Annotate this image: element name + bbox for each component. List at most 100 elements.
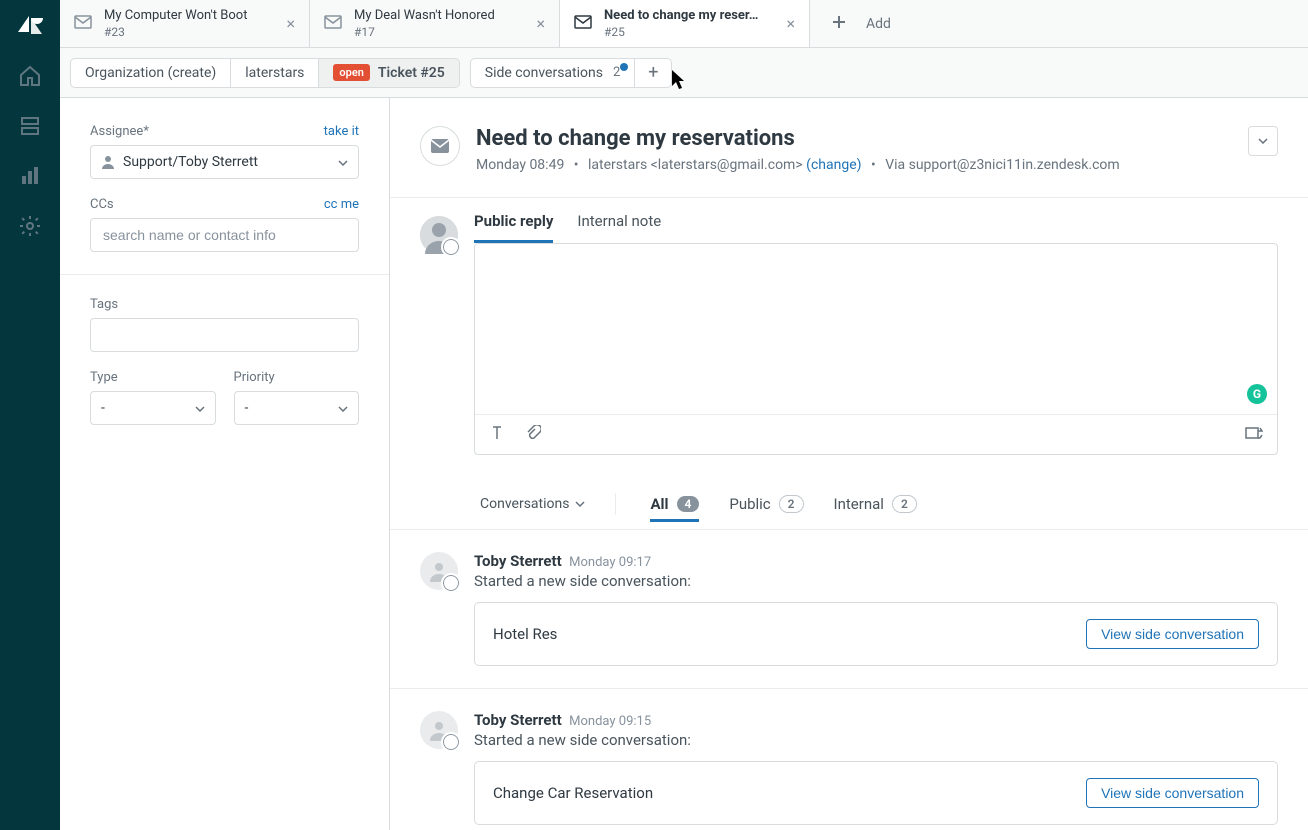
context-tabs: Organization (create) laterstars open Ti…: [60, 48, 1308, 98]
unread-dot-icon: [620, 63, 628, 71]
user-avatar: [420, 552, 458, 590]
workspace-tabs: My Computer Won't Boot #23 × My Deal Was…: [60, 0, 1308, 48]
ticket-options-button[interactable]: [1248, 126, 1278, 156]
assignee-select[interactable]: Support/Toby Sterrett: [90, 145, 359, 179]
home-icon[interactable]: [18, 64, 42, 88]
views-icon[interactable]: [18, 114, 42, 138]
ticket-header: Need to change my reservations Monday 08…: [390, 98, 1308, 197]
tab-ticket-25[interactable]: Need to change my reser… #25 ×: [560, 0, 810, 47]
ticket-fields-sidebar: Assignee* take it Support/Toby Sterrett …: [60, 98, 390, 830]
priority-value: -: [245, 400, 249, 416]
mail-icon: [324, 15, 342, 33]
assignee-label: Assignee*: [90, 124, 149, 139]
subtab-organization[interactable]: Organization (create): [71, 59, 231, 87]
conversation-filter-bar: Conversations All 4 Public 2 Internal 2: [390, 475, 1308, 530]
filter-all-count: 4: [677, 496, 700, 512]
side-conversation-card: Change Car Reservation View side convers…: [474, 761, 1278, 825]
conversations-dropdown[interactable]: Conversations: [480, 496, 585, 512]
format-text-icon[interactable]: [489, 425, 505, 445]
take-it-link[interactable]: take it: [324, 124, 359, 139]
left-nav-rail: [0, 0, 60, 830]
user-icon: [101, 155, 115, 169]
subtab-side-label: Side conversations: [485, 65, 603, 81]
ticket-meta: Monday 08:49 • laterstars <laterstars@gm…: [476, 157, 1120, 173]
agent-avatar: [420, 216, 458, 254]
priority-select[interactable]: -: [234, 391, 360, 425]
grammarly-icon[interactable]: G: [1247, 384, 1267, 404]
filter-internal-count: 2: [892, 495, 917, 513]
tab-public-reply[interactable]: Public reply: [474, 212, 553, 243]
close-icon[interactable]: ×: [536, 16, 545, 32]
tab-title: My Computer Won't Boot: [104, 8, 274, 24]
message-text: Started a new side conversation:: [474, 731, 1278, 749]
priority-label: Priority: [234, 370, 360, 385]
tab-title: My Deal Wasn't Honored: [354, 8, 524, 24]
reply-editor-row: Public reply Internal note G: [390, 197, 1308, 475]
tab-add[interactable]: Add: [810, 0, 913, 47]
user-avatar: [420, 711, 458, 749]
close-icon[interactable]: ×: [786, 16, 795, 32]
tags-label: Tags: [90, 297, 359, 312]
tab-sub: #17: [354, 25, 524, 39]
ccs-input-wrapper: [90, 218, 359, 252]
chevron-down-icon: [338, 154, 348, 170]
view-side-conversation-button[interactable]: View side conversation: [1086, 619, 1259, 649]
plus-icon: [832, 15, 846, 33]
cc-me-link[interactable]: cc me: [324, 197, 359, 212]
mail-icon: [574, 15, 592, 33]
conversation-item: Toby Sterrett Monday 09:15 Started a new…: [390, 689, 1308, 830]
attachment-icon[interactable]: [525, 425, 541, 445]
tab-add-label: Add: [866, 16, 891, 32]
message-text: Started a new side conversation:: [474, 572, 1278, 590]
status-badge-open: open: [333, 64, 369, 81]
macro-icon[interactable]: [1245, 425, 1263, 445]
tags-input[interactable]: [101, 326, 348, 344]
close-icon[interactable]: ×: [286, 16, 295, 32]
type-value: -: [101, 400, 105, 416]
tab-title: Need to change my reser…: [604, 8, 774, 24]
filter-all[interactable]: All 4: [650, 489, 699, 519]
side-conversation-title: Hotel Res: [493, 625, 557, 643]
ccs-input[interactable]: [101, 226, 348, 244]
channel-mail-icon: [420, 126, 460, 166]
subtab-customer[interactable]: laterstars: [231, 59, 319, 87]
side-conversation-card: Hotel Res View side conversation: [474, 602, 1278, 666]
ticket-via: Via support@z3nici11in.zendesk.com: [885, 157, 1119, 173]
ticket-subject: Need to change my reservations: [476, 126, 1120, 151]
zendesk-logo[interactable]: [17, 12, 43, 38]
mail-icon: [74, 15, 92, 33]
ticket-main: Need to change my reservations Monday 08…: [390, 98, 1308, 830]
ticket-date: Monday 08:49: [476, 157, 564, 173]
ccs-label: CCs: [90, 197, 114, 212]
chevron-down-icon: [575, 501, 585, 507]
subtab-side-conversations[interactable]: Side conversations 2: [471, 59, 636, 87]
filter-public-count: 2: [779, 495, 804, 513]
reports-icon[interactable]: [18, 164, 42, 188]
chevron-down-icon: [195, 400, 205, 416]
filter-internal[interactable]: Internal 2: [834, 489, 917, 519]
message-author: Toby Sterrett: [474, 711, 562, 729]
type-select[interactable]: -: [90, 391, 216, 425]
message-time: Monday 09:15: [569, 714, 651, 729]
type-label: Type: [90, 370, 216, 385]
tab-sub: #25: [604, 25, 774, 39]
admin-gear-icon[interactable]: [18, 214, 42, 238]
subtab-ticket-label: Ticket #25: [378, 65, 445, 81]
subtab-ticket[interactable]: open Ticket #25: [319, 59, 458, 87]
tab-ticket-17[interactable]: My Deal Wasn't Honored #17 ×: [310, 0, 560, 47]
tab-internal-note[interactable]: Internal note: [577, 212, 661, 243]
reply-textarea[interactable]: [475, 244, 1277, 414]
add-side-conversation-button[interactable]: +: [635, 59, 671, 87]
view-side-conversation-button[interactable]: View side conversation: [1086, 778, 1259, 808]
side-conversations-count: 2: [613, 65, 620, 80]
conversation-item: Toby Sterrett Monday 09:17 Started a new…: [390, 530, 1308, 689]
divider: [60, 274, 389, 275]
divider: [615, 493, 616, 515]
ticket-requester: laterstars <laterstars@gmail.com>: [588, 157, 803, 173]
filter-public[interactable]: Public 2: [729, 489, 803, 519]
chevron-down-icon: [338, 400, 348, 416]
tab-sub: #23: [104, 25, 274, 39]
message-time: Monday 09:17: [569, 555, 651, 570]
tab-ticket-23[interactable]: My Computer Won't Boot #23 ×: [60, 0, 310, 47]
change-requester-link[interactable]: (change): [806, 157, 861, 173]
